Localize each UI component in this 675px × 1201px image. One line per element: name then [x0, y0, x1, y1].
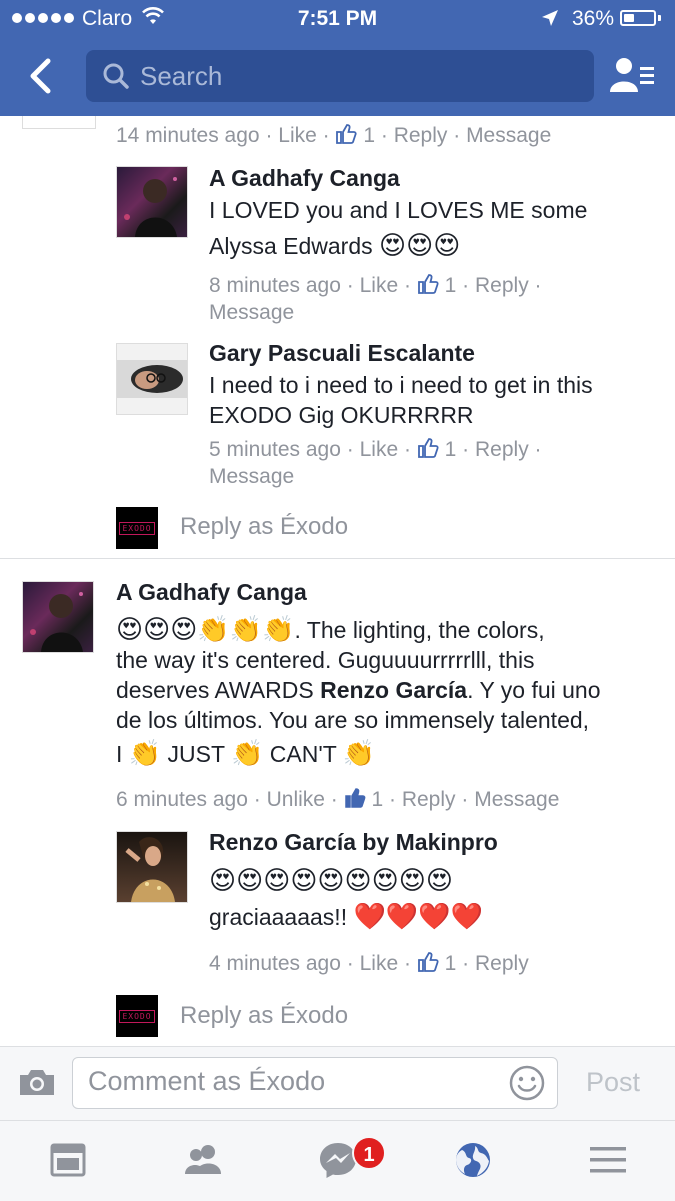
message-link[interactable]: Message [209, 465, 294, 488]
comment-text: 😍😍😍👏👏👏. The lighting, the colors, the wa… [116, 615, 661, 769]
search-input[interactable]: Search [86, 50, 594, 102]
page-avatar: EXODO [116, 995, 158, 1037]
clap-emoji: 👏 [128, 739, 162, 769]
avatar[interactable] [116, 166, 188, 238]
comment-text: I LOVED you and I LOVES ME some Alyssa E… [209, 195, 587, 261]
mention-link[interactable]: Renzo García [320, 677, 467, 703]
timestamp: 5 minutes ago [209, 438, 341, 461]
like-count[interactable]: 1 [445, 438, 457, 461]
clap-emoji: 👏 [342, 739, 376, 769]
like-count[interactable]: 1 [445, 274, 457, 297]
avatar[interactable] [22, 581, 94, 653]
commenter-name[interactable]: Gary Pascuali Escalante [209, 340, 475, 367]
globe-notifications-icon[interactable] [453, 1140, 493, 1180]
comment-text-line: graciaaaaas!! [209, 904, 348, 930]
avatar[interactable] [116, 343, 188, 415]
comment-text-line: . Y yo fui uno [467, 677, 601, 703]
comment-text-line: . The lighting, the colors, [294, 617, 545, 643]
timestamp: 14 minutes ago [116, 124, 260, 147]
message-link[interactable]: Message [474, 788, 559, 811]
friend-requests-icon[interactable] [610, 56, 656, 96]
battery-tip [658, 15, 661, 21]
heart-eyes-emoji: 😍😍😍 [379, 231, 461, 261]
post-button[interactable]: Post [586, 1067, 640, 1098]
comment-text: 😍😍😍😍😍😍😍😍😍 graciaaaaas!! ❤️❤️❤️❤️ [209, 866, 483, 932]
menu-icon[interactable] [588, 1140, 628, 1180]
reply-as-field[interactable]: Reply as Éxodo [180, 1002, 348, 1030]
like-link[interactable]: Like [278, 124, 317, 147]
message-link[interactable]: Message [209, 301, 294, 324]
comment-meta: 14 minutes ago · Like · 1 · Reply · Mess… [116, 124, 552, 147]
thumbs-up-icon [417, 952, 439, 972]
emoji-sequence: 😍😍😍👏👏👏 [116, 615, 295, 645]
unlike-link[interactable]: Unlike [267, 788, 325, 811]
comment-text-line: I LOVED you and I LOVES ME some [209, 197, 588, 223]
messenger-icon[interactable] [318, 1140, 358, 1180]
friends-icon[interactable] [183, 1140, 223, 1180]
message-link[interactable]: Message [466, 124, 551, 147]
clap-emoji: 👏 [231, 739, 264, 769]
timestamp: 6 minutes ago [116, 788, 248, 811]
smiley-icon[interactable] [508, 1064, 546, 1102]
like-link[interactable]: Like [360, 274, 399, 297]
reply-as-field[interactable]: Reply as Éxodo [180, 513, 348, 541]
comment-text-word: CAN'T [269, 741, 337, 767]
timestamp: 8 minutes ago [209, 274, 341, 297]
divider [0, 558, 675, 559]
comment-meta: 5 minutes ago · Like · 1 · Reply · Messa… [209, 438, 542, 488]
commenter-name[interactable]: A Gadhafy Canga [116, 579, 307, 606]
reply-link[interactable]: Reply [475, 438, 529, 461]
commenter-name[interactable]: A Gadhafy Canga [209, 165, 400, 192]
reply-link[interactable]: Reply [402, 788, 456, 811]
exodo-logo: EXODO [119, 1009, 155, 1023]
messenger-badge: 1 [352, 1136, 386, 1170]
comment-text-line: I need to i need to i need to get in thi… [209, 372, 593, 398]
heart-eyes-emoji: 😍😍😍😍😍😍😍😍😍 [209, 866, 453, 896]
comment-placeholder: Comment as Éxodo [88, 1066, 326, 1096]
like-count[interactable]: 1 [445, 952, 457, 975]
red-heart-emoji: ❤️❤️❤️❤️ [353, 902, 483, 932]
comment-text-word: I [116, 741, 123, 767]
comment-text-word: JUST [167, 741, 225, 767]
comment-text: I need to i need to i need to get in thi… [209, 370, 593, 430]
comment-text-line: the way it's centered. Guguuuurrrrrlll, … [116, 647, 535, 673]
thumbs-up-icon [417, 274, 439, 294]
like-link[interactable]: Like [360, 952, 399, 975]
thumbs-up-icon [344, 788, 366, 808]
avatar[interactable] [22, 116, 96, 129]
camera-icon[interactable] [18, 1067, 56, 1097]
thumbs-up-icon [417, 438, 439, 458]
battery-level-fill [624, 14, 634, 22]
reply-link[interactable]: Reply [475, 274, 529, 297]
thumbs-up-icon [336, 124, 358, 144]
reply-link[interactable]: Reply [394, 124, 448, 147]
comment-text-line: Alyssa Edwards [209, 233, 373, 259]
comment-meta: 8 minutes ago · Like · 1 · Reply · Messa… [209, 274, 542, 324]
comment-text-line: de los últimos. You are so immensely tal… [116, 707, 590, 733]
comment-text-line: EXODO Gig OKURRRRR [209, 402, 474, 428]
location-arrow-icon [542, 10, 558, 26]
search-icon [103, 63, 129, 89]
comment-text-line: deserves AWARDS [116, 677, 321, 703]
comment-meta: 4 minutes ago · Like · 1 · Reply [209, 952, 529, 975]
commenter-name[interactable]: Renzo García by Makinpro [209, 829, 498, 856]
news-feed-icon[interactable] [48, 1140, 88, 1180]
back-chevron-icon[interactable] [24, 56, 58, 96]
like-count[interactable]: 1 [363, 124, 375, 147]
reply-link[interactable]: Reply [475, 952, 529, 975]
like-count[interactable]: 1 [371, 788, 383, 811]
avatar[interactable] [116, 831, 188, 903]
comment-meta: 6 minutes ago · Unlike · 1 · Reply · Mes… [116, 788, 560, 811]
timestamp: 4 minutes ago [209, 952, 341, 975]
search-placeholder: Search [140, 60, 223, 91]
battery-icon [620, 10, 656, 26]
like-link[interactable]: Like [360, 438, 399, 461]
exodo-logo: EXODO [119, 521, 155, 535]
battery-percentage: 36% [572, 7, 615, 30]
page-avatar: EXODO [116, 507, 158, 549]
